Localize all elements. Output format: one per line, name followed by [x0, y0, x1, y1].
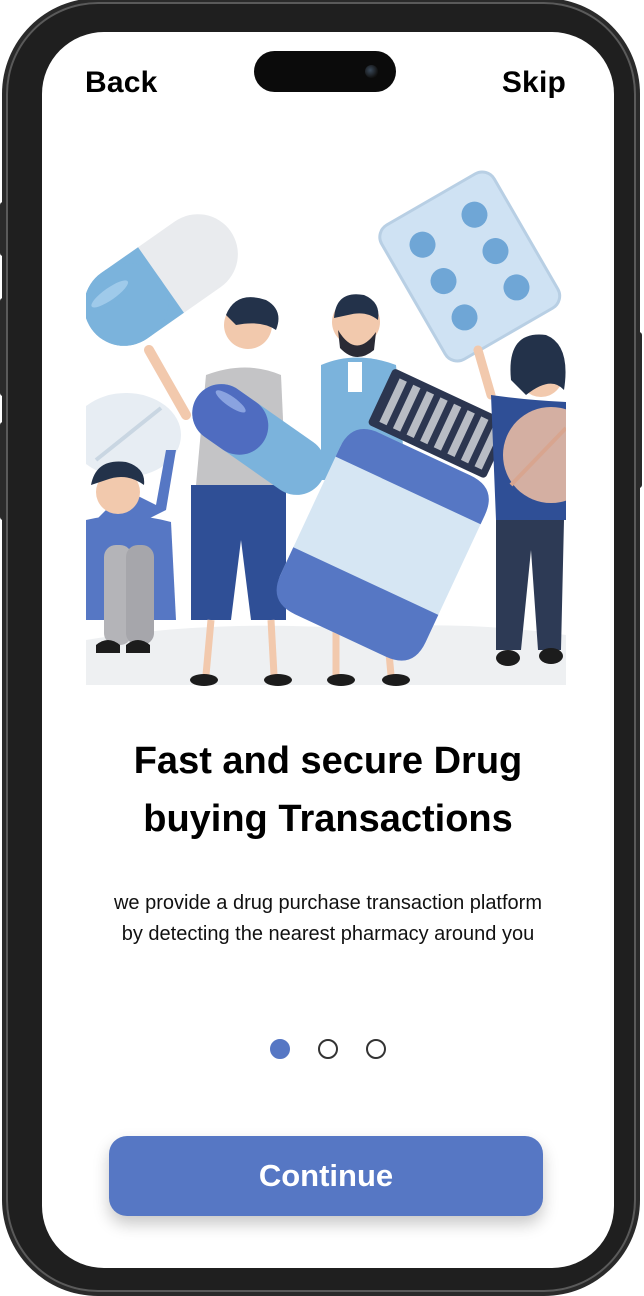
camera-icon	[365, 65, 378, 78]
volume-down-button	[0, 422, 6, 520]
phone-frame: Back Skip Fast and secure Drug buying Tr…	[0, 2, 642, 1292]
volume-up-button	[0, 298, 6, 396]
onboarding-title: Fast and secure Drug buying Transactions	[42, 732, 614, 848]
title-line-1: Fast and secure Drug	[133, 740, 523, 782]
page-dot-2[interactable]	[318, 1039, 338, 1059]
continue-button[interactable]: Continue	[109, 1136, 543, 1216]
skip-button[interactable]: Skip	[502, 66, 566, 100]
medicine-bottle-icon	[276, 369, 511, 661]
onboarding-description: we provide a drug purchase transaction p…	[113, 892, 542, 945]
person-sitting	[86, 450, 176, 653]
dynamic-island	[254, 51, 396, 92]
page-dot-3[interactable]	[366, 1039, 386, 1059]
mute-switch	[0, 202, 6, 256]
page-dot-1[interactable]	[270, 1039, 290, 1059]
power-button	[636, 332, 642, 488]
onboarding-illustration	[86, 170, 566, 686]
title-line-2: buying Transactions	[143, 798, 513, 840]
page-indicator	[42, 1039, 614, 1059]
back-button[interactable]: Back	[85, 66, 158, 100]
person-with-tablet	[473, 334, 566, 666]
screen: Back Skip Fast and secure Drug buying Tr…	[42, 32, 614, 1268]
